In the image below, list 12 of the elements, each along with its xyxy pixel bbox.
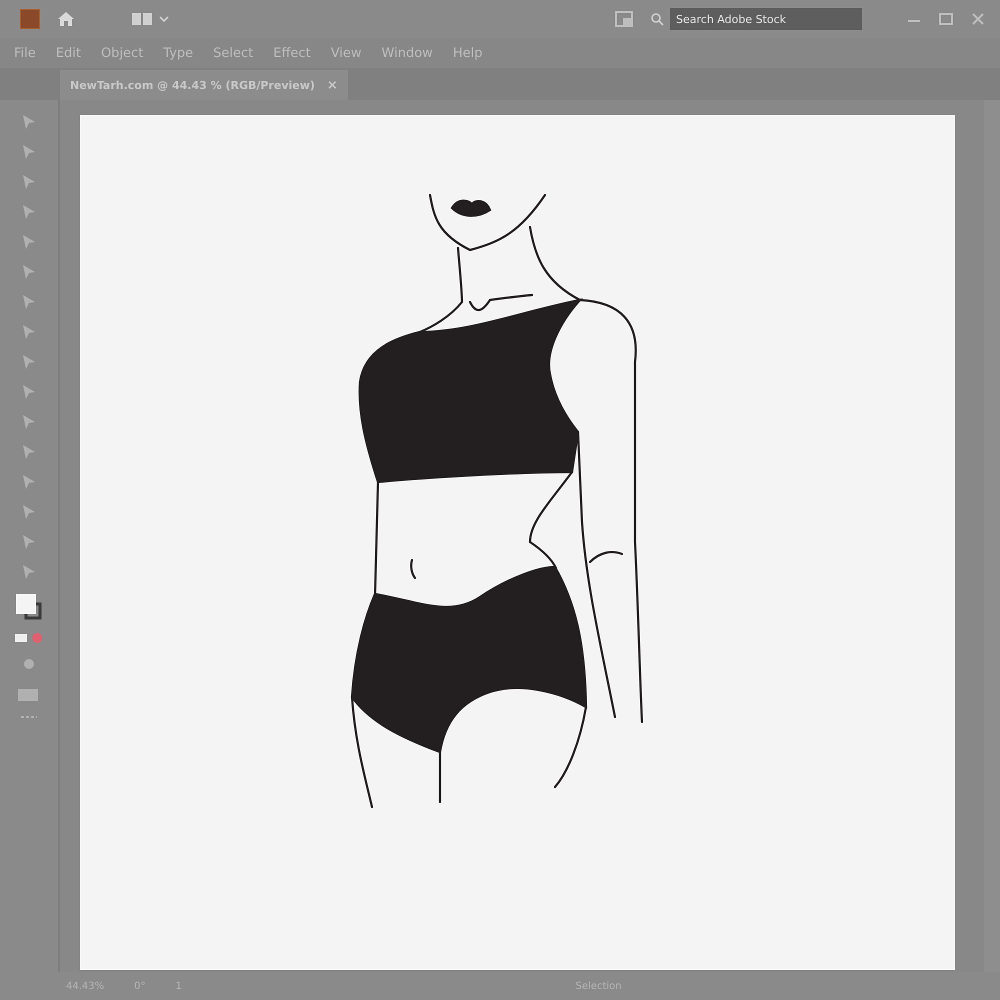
color-mode-icon[interactable] [14,632,44,644]
search-icon [650,12,664,26]
fill-stroke-swatch-icon[interactable] [14,592,44,622]
close-icon[interactable] [970,11,986,27]
document-tab[interactable]: NewTarh.com @ 44.43 % (RGB/Preview) × [60,70,348,100]
home-icon[interactable] [56,9,76,29]
more-tools-icon[interactable] [19,714,39,720]
close-tab-button[interactable]: × [326,78,338,92]
arrange-window-icon[interactable] [614,9,634,29]
app-logo-icon [20,9,40,29]
search-field[interactable]: Search Adobe Stock [670,8,862,30]
maximize-icon[interactable] [938,11,954,27]
